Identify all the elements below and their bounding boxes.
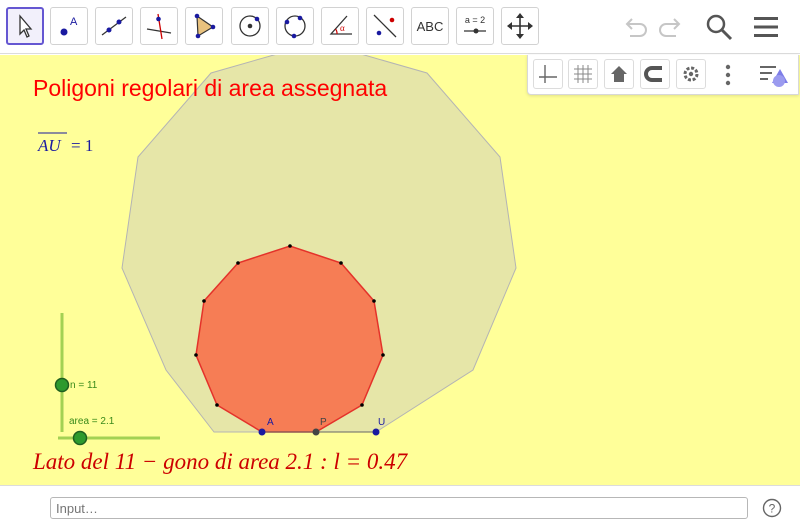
graphics-view[interactable]: A P U Poligoni regolari di area assegnat… (0, 55, 800, 485)
more-options-icon (725, 64, 731, 86)
snap-icon (644, 66, 662, 82)
geogebra-app: A α ABC a = 2 A P U Poligoni regolari di… (0, 0, 800, 530)
view-toggle-button[interactable] (758, 61, 790, 89)
standard-view-button[interactable] (604, 59, 634, 89)
point-icon: A (60, 16, 78, 36)
axes-icon (539, 65, 557, 83)
menu-icon (754, 17, 778, 37)
graphics-canvas[interactable]: A P U Poligoni regolari di area assegnat… (0, 55, 800, 485)
slider-tool-label: a = 2 (465, 15, 485, 25)
point-capturing-button[interactable] (640, 59, 670, 89)
perpendicular-icon (146, 13, 172, 40)
undo-button[interactable] (618, 10, 652, 44)
result-text: Lato del 11 − gono di area 2.1 : l = 0.4… (32, 449, 409, 474)
line-tool-button[interactable] (95, 7, 133, 45)
line-icon (101, 16, 127, 36)
move-arrows-icon (507, 13, 533, 39)
redo-button[interactable] (654, 10, 688, 44)
toggle-grid-button[interactable] (568, 59, 598, 89)
angle-tool-label: α (340, 23, 345, 33)
reflect-icon (373, 14, 397, 38)
point-p-label: P (320, 417, 327, 428)
construction-title: Poligoni regolari di area assegnata (33, 75, 387, 101)
point-tool-label: A (70, 16, 78, 28)
redo-icon (659, 18, 681, 37)
input-help-button[interactable]: ? (762, 498, 782, 518)
text-tool-label: ABC (416, 18, 444, 34)
slider-n-label: n = 11 (70, 380, 98, 391)
move-graphics-view-tool-button[interactable] (501, 7, 539, 45)
point-u[interactable] (372, 428, 380, 436)
slider-n-knob[interactable] (54, 377, 70, 393)
main-menu-button[interactable] (749, 10, 783, 44)
circle-with-center-icon (239, 15, 261, 37)
move-tool-button[interactable] (6, 7, 44, 45)
home-icon (611, 66, 627, 82)
point-p[interactable] (312, 428, 320, 436)
graphics-style-bar (527, 55, 799, 95)
polygon-tool-button[interactable] (185, 7, 223, 45)
settings-icon (683, 66, 699, 82)
algebra-input-field[interactable] (50, 497, 748, 519)
toggle-axes-button[interactable] (533, 59, 563, 89)
text-tool-button[interactable]: ABC (411, 7, 449, 45)
circle-center-point-tool-button[interactable] (231, 7, 269, 45)
point-tool-button[interactable]: A (50, 7, 88, 45)
toolbar: A α ABC a = 2 (0, 0, 800, 54)
more-options-button[interactable] (718, 62, 738, 88)
segment-length-value: = 1 (71, 136, 93, 155)
help-icon: ? (762, 498, 782, 518)
graphics-settings-button[interactable] (676, 59, 706, 89)
polygon-icon (194, 13, 216, 39)
slider-area-knob[interactable] (72, 430, 88, 446)
slider-tool-button[interactable]: a = 2 (456, 7, 494, 45)
circle-three-points-tool-button[interactable] (276, 7, 314, 45)
grid-icon (574, 65, 592, 83)
point-a-label: A (267, 417, 274, 428)
segment-length-label: AU (37, 136, 62, 155)
reflect-tool-button[interactable] (366, 7, 404, 45)
undo-icon (625, 18, 647, 37)
point-u-label: U (378, 417, 385, 428)
slider-icon: a = 2 (464, 15, 486, 34)
point-a[interactable] (258, 428, 266, 436)
search-icon (706, 14, 733, 41)
cursor-arrow-icon (19, 14, 33, 38)
view-toggle-icon (760, 66, 788, 87)
perpendicular-line-tool-button[interactable] (140, 7, 178, 45)
angle-icon: α (329, 15, 352, 35)
circle-three-points-icon (284, 15, 306, 39)
svg-text:?: ? (769, 502, 776, 516)
search-button[interactable] (702, 10, 736, 44)
input-bar: ? (0, 485, 800, 530)
angle-tool-button[interactable]: α (321, 7, 359, 45)
slider-area-label: area = 2.1 (69, 416, 115, 427)
